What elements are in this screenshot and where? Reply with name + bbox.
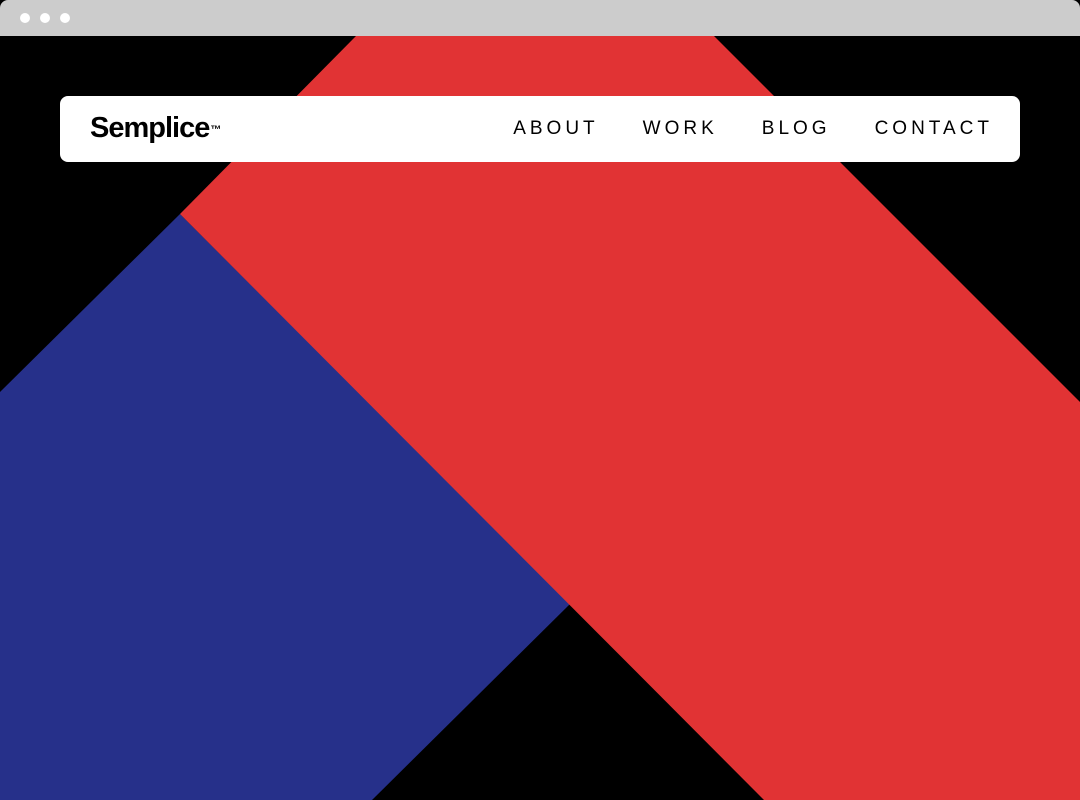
nav-link-blog[interactable]: BLOG xyxy=(762,96,831,162)
logo-text: Semplice xyxy=(90,112,210,144)
site-navbar: Semplice™ ABOUT WORK BLOG CONTACT xyxy=(60,96,1020,162)
window-close-dot[interactable] xyxy=(20,13,30,23)
nav-link-contact[interactable]: CONTACT xyxy=(875,96,993,162)
window-maximize-dot[interactable] xyxy=(60,13,70,23)
site-logo[interactable]: Semplice™ xyxy=(90,111,221,145)
nav-link-work[interactable]: WORK xyxy=(643,96,718,162)
main-navigation: ABOUT WORK BLOG CONTACT xyxy=(469,96,993,162)
logo-trademark: ™ xyxy=(210,124,222,136)
window-minimize-dot[interactable] xyxy=(40,13,50,23)
browser-window: Semplice™ ABOUT WORK BLOG CONTACT xyxy=(0,0,1080,800)
window-titlebar xyxy=(0,0,1080,36)
nav-link-about[interactable]: ABOUT xyxy=(513,96,598,162)
